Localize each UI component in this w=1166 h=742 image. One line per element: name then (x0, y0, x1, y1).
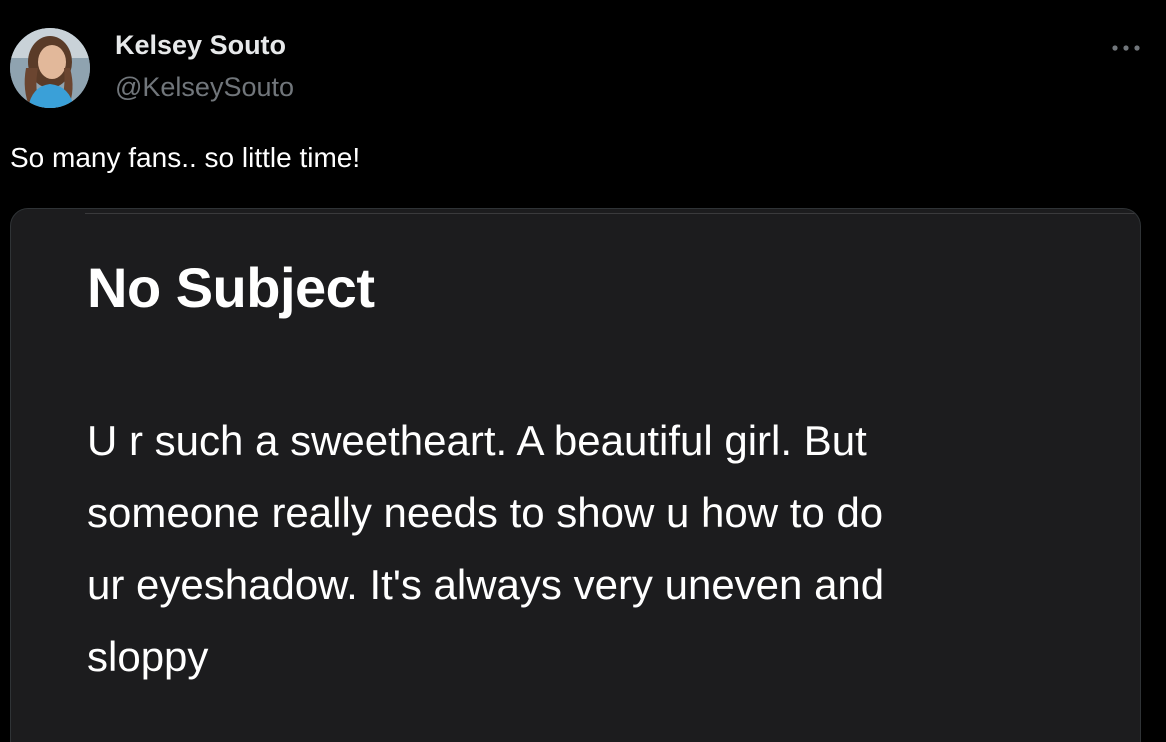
author-display-name[interactable]: Kelsey Souto (115, 30, 286, 61)
email-body: U r such a sweetheart. A beautiful girl.… (87, 405, 1117, 693)
tweet-media-image[interactable]: No Subject U r such a sweetheart. A beau… (10, 208, 1141, 742)
email-body-line: U r such a sweetheart. A beautiful girl.… (87, 417, 867, 464)
more-horizontal-icon (1112, 45, 1140, 51)
email-body-line: ur eyeshadow. It's always very uneven an… (87, 561, 885, 608)
avatar-photo-icon (10, 28, 90, 108)
email-body-line: someone really needs to show u how to do (87, 489, 884, 536)
media-divider (85, 213, 1140, 214)
author-handle[interactable]: @KelseySouto (115, 72, 294, 103)
email-body-line: sloppy (87, 633, 209, 680)
email-subject: No Subject (87, 256, 375, 319)
tweet-author-avatar[interactable] (10, 28, 90, 108)
tweet-text: So many fans.. so little time! (10, 142, 361, 173)
more-options-button[interactable] (1106, 34, 1146, 62)
